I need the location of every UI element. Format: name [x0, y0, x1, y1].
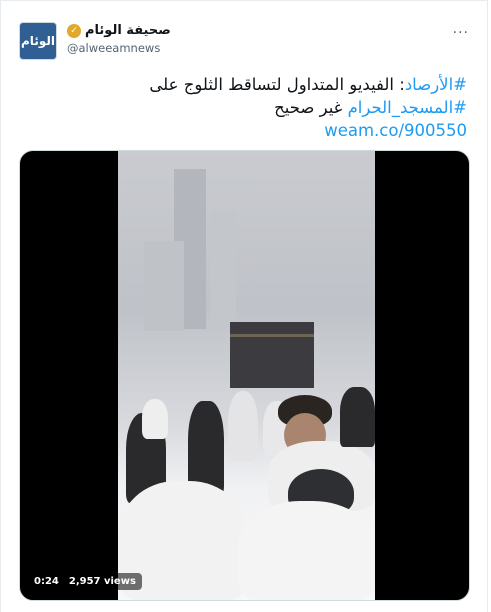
- url-link[interactable]: weam.co/900550: [324, 121, 467, 140]
- pilgrim: [142, 399, 168, 439]
- verified-badge-icon: ✓: [67, 23, 81, 38]
- tweet-line-3: weam.co/900550: [27, 119, 467, 142]
- account-handle[interactable]: @alweeamnews: [67, 41, 171, 55]
- tweet-text-segment: غير صحيح: [274, 98, 343, 117]
- tweet-header: الوئام صحيفة الوئام ✓ @alweeamnews ···: [1, 17, 487, 61]
- avatar-logo-text: الوئام: [21, 34, 55, 48]
- video-stats-badge: 0:24 2,957 views: [28, 573, 142, 590]
- tweet-card[interactable]: الوئام صحيفة الوئام ✓ @alweeamnews ··· #…: [0, 0, 488, 612]
- kaaba-band: [230, 334, 314, 337]
- hashtag-link[interactable]: #الأرصاد: [405, 75, 467, 94]
- video-views: 2,957 views: [68, 576, 136, 587]
- video-player[interactable]: 0:24 2,957 views: [19, 150, 470, 601]
- more-options-icon[interactable]: ···: [453, 25, 469, 41]
- tweet-text: #الأرصاد: الفيديو المتداول لتساقط الثلوج…: [27, 73, 467, 142]
- tweet-line-1: #الأرصاد: الفيديو المتداول لتساقط الثلوج…: [27, 73, 467, 96]
- hashtag-link[interactable]: #المسجد_الحرام: [348, 98, 467, 117]
- author-names[interactable]: صحيفة الوئام ✓ @alweeamnews: [67, 23, 171, 55]
- pilgrim-ihram: [238, 501, 375, 600]
- background-building: [144, 241, 184, 331]
- avatar[interactable]: الوئام: [19, 22, 57, 60]
- background-building: [210, 211, 236, 326]
- tweet-text-segment: : الفيديو المتداول لتساقط الثلوج على: [149, 75, 405, 94]
- video-frame[interactable]: [118, 151, 375, 600]
- kaaba: [230, 322, 314, 388]
- pilgrim: [340, 387, 375, 447]
- display-name[interactable]: صحيفة الوئام: [85, 23, 171, 38]
- video-duration: 0:24: [34, 576, 59, 587]
- pilgrim: [228, 391, 258, 461]
- tweet-line-2: #المسجد_الحرام غير صحيح: [27, 96, 467, 119]
